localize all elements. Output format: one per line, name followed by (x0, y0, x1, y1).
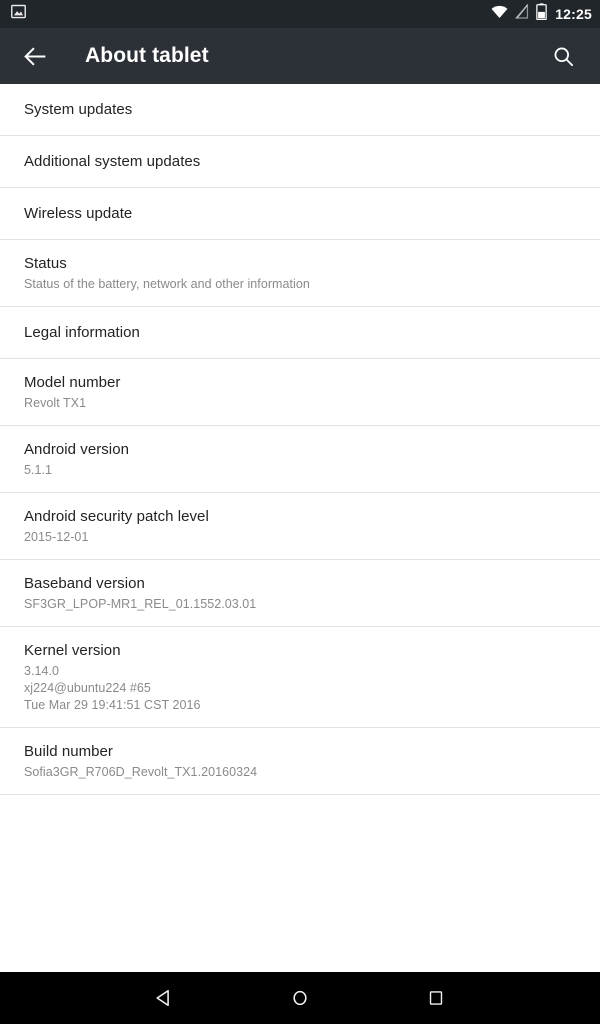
list-empty-area (0, 795, 600, 972)
list-item[interactable]: Build number Sofia3GR_R706D_Revolt_TX1.2… (0, 728, 600, 795)
list-item-title: Build number (24, 743, 113, 760)
list-item-subtitle-line: 5.1.1 (24, 463, 53, 477)
search-icon[interactable] (544, 37, 582, 75)
list-item-title: Status (24, 255, 67, 272)
list-item[interactable]: Status Status of the battery, network an… (0, 240, 600, 307)
wifi-icon (491, 5, 508, 24)
home-nav-icon[interactable] (232, 972, 368, 1024)
list-item-subtitle: Revolt TX1 (24, 395, 576, 412)
list-item-subtitle: 2015-12-01 (24, 529, 576, 546)
list-item-title: Legal information (24, 323, 140, 341)
list-item-subtitle-line: Sofia3GR_R706D_Revolt_TX1.20160324 (24, 765, 258, 779)
list-item[interactable]: Model number Revolt TX1 (0, 359, 600, 426)
list-item-subtitle-line: Status of the battery, network and other… (24, 277, 310, 291)
page-title: About tablet (85, 44, 209, 67)
list-item-title: Android version (24, 441, 129, 458)
list-item-subtitle: 5.1.1 (24, 462, 576, 479)
recents-nav-icon[interactable] (368, 972, 504, 1024)
list-item-title: Android security patch level (24, 508, 209, 525)
list-item[interactable]: Android version 5.1.1 (0, 426, 600, 493)
settings-list: System updates Additional system updates… (0, 84, 600, 972)
list-item-subtitle-line: 2015-12-01 (24, 530, 89, 544)
navigation-bar (0, 972, 600, 1024)
list-item-subtitle-line: xj224@ubuntu224 #65 (24, 681, 151, 695)
list-item-subtitle: Sofia3GR_R706D_Revolt_TX1.20160324 (24, 764, 576, 781)
list-item-subtitle: Status of the battery, network and other… (24, 276, 576, 293)
list-item-subtitle-line: Tue Mar 29 19:41:51 CST 2016 (24, 698, 201, 712)
list-item[interactable]: Additional system updates (0, 136, 600, 188)
app-bar: About tablet (0, 28, 600, 84)
screenshot-image-icon (10, 3, 27, 25)
list-item-title: Wireless update (24, 204, 133, 222)
list-item[interactable]: Wireless update (0, 188, 600, 240)
status-bar-system-icons: 12:25 (491, 3, 592, 25)
list-item-subtitle-line: 3.14.0 (24, 664, 60, 678)
list-item-subtitle: SF3GR_LPOP-MR1_REL_01.1552.03.01 (24, 596, 576, 613)
list-item-title: Model number (24, 374, 121, 391)
list-item-subtitle-line: Revolt TX1 (24, 396, 87, 410)
cellular-signal-off-icon (515, 3, 529, 24)
list-item[interactable]: System updates (0, 84, 600, 136)
list-item-subtitle-line: SF3GR_LPOP-MR1_REL_01.1552.03.01 (24, 597, 257, 611)
battery-icon (536, 3, 547, 25)
status-bar-notifications (10, 3, 27, 25)
list-item[interactable]: Legal information (0, 307, 600, 359)
back-arrow-icon[interactable] (18, 39, 52, 73)
list-item-subtitle: 3.14.0 xj224@ubuntu224 #65 Tue Mar 29 19… (24, 663, 576, 714)
back-nav-icon[interactable] (96, 972, 232, 1024)
status-bar: 12:25 (0, 0, 600, 28)
list-item[interactable]: Kernel version 3.14.0 xj224@ubuntu224 #6… (0, 627, 600, 728)
list-item-title: Additional system updates (24, 152, 201, 170)
list-item-title: Baseband version (24, 575, 145, 592)
list-item[interactable]: Android security patch level 2015-12-01 (0, 493, 600, 560)
list-item[interactable]: Baseband version SF3GR_LPOP-MR1_REL_01.1… (0, 560, 600, 627)
status-bar-clock: 12:25 (555, 6, 592, 22)
about-tablet-screen: 12:25 About tablet System updates Additi… (0, 0, 600, 1024)
list-item-title: Kernel version (24, 642, 121, 659)
list-item-title: System updates (24, 100, 133, 118)
